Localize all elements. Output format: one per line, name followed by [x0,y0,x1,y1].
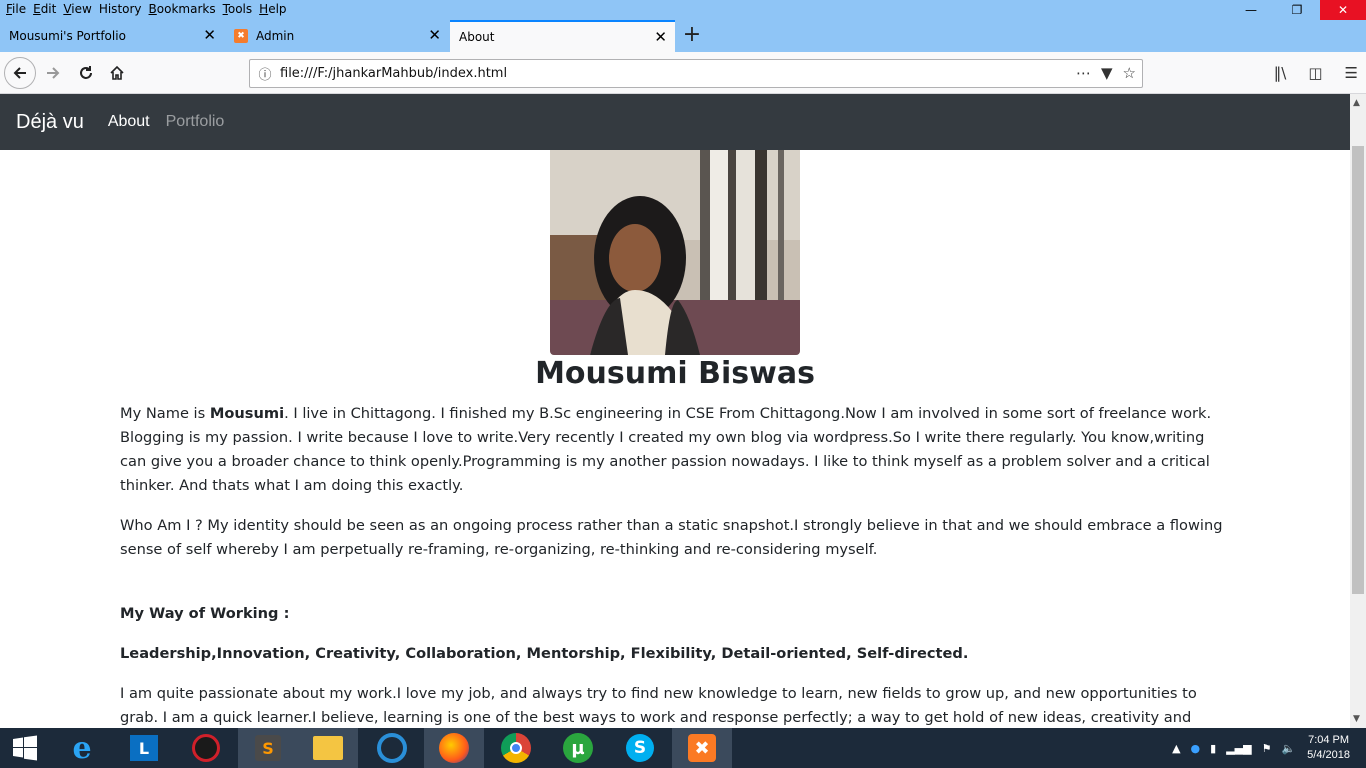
menu-view[interactable]: View [59,0,94,16]
start-button[interactable] [0,728,50,768]
hamburger-menu-icon[interactable]: ☰ [1345,64,1358,82]
windows-logo-icon [13,735,37,761]
library-icon[interactable]: ‖\ [1274,64,1287,82]
menu-bar: File Edit View History Bookmarks Tools H… [0,0,1366,20]
ccleaner-icon [377,733,407,763]
app-red-icon [192,734,220,762]
taskbar-chrome[interactable] [486,728,546,768]
skype-icon: S [626,734,654,762]
tab-title: Admin [256,29,295,43]
page-actions-icon[interactable]: ⋯ [1076,64,1091,82]
taskbar-lync[interactable]: L [114,728,174,768]
back-arrow-icon [13,67,26,79]
tab-strip: Mousumi's Portfolio ✕ ✖ Admin ✕ About ✕ … [0,20,1366,52]
sublime-text-icon: S [255,735,281,761]
lync-icon: L [130,735,158,761]
url-bar[interactable]: ⓘ file:///F:/jhankarMahbub/index.html ⋯ … [249,59,1143,88]
window-controls: — ❐ ✕ [1228,0,1366,20]
close-tab-icon[interactable]: ✕ [654,30,667,45]
scroll-down-icon[interactable]: ▼ [1353,714,1360,724]
intro-paragraph: My Name is Mousumi. I live in Chittagong… [120,405,1212,494]
internet-explorer-icon: e [72,730,92,766]
sidebar-icon[interactable]: ◫ [1308,64,1322,82]
who-am-i-paragraph: Who Am I ? My identity should be seen as… [120,517,1223,558]
network-icon[interactable]: ▂▄▆ [1226,742,1251,755]
menu-file[interactable]: File [2,0,29,16]
url-actions: ⋯ ▼ ☆ [1076,64,1136,82]
pocket-icon[interactable]: ▼ [1101,64,1113,82]
nav-about[interactable]: About [108,113,150,131]
tab-admin[interactable]: ✖ Admin ✕ [225,20,449,52]
taskbar-xampp[interactable]: ✖ [672,728,732,768]
scroll-up-icon[interactable]: ▲ [1353,98,1360,108]
tray-app-icon[interactable]: ● [1191,742,1201,755]
about-content: My Name is Mousumi. I live in Chittagong… [120,402,1230,728]
windows-taskbar: e L S µ S ✖ ▲ ● ▮ ▂▄▆ ⚑ 🔈 7:04 PM 5/4/20… [0,728,1366,768]
profile-name: Mousumi Biswas [535,356,815,391]
tab-title: Mousumi's Portfolio [9,29,126,43]
taskbar-app-red[interactable] [176,728,236,768]
folder-icon [313,736,343,760]
reload-icon [80,66,92,79]
xampp-icon: ✖ [234,29,248,43]
menu-bookmarks[interactable]: Bookmarks [145,0,219,16]
menu-items: File Edit View History Bookmarks Tools H… [0,0,1366,16]
clock-date: 5/4/2018 [1307,749,1350,761]
intro-name-bold: Mousumi [209,405,285,422]
taskbar-internet-explorer[interactable]: e [52,728,112,768]
close-tab-icon[interactable]: ✕ [428,28,441,43]
home-button[interactable] [101,57,133,89]
new-tab-button[interactable]: + [680,24,704,48]
system-tray: ▲ ● ▮ ▂▄▆ ⚑ 🔈 7:04 PM 5/4/2018 [1172,728,1366,768]
profile-photo [550,150,800,355]
taskbar-sublime[interactable]: S [238,728,298,768]
taskbar-skype[interactable]: S [610,728,670,768]
taskbar-firefox[interactable] [424,728,484,768]
menu-help[interactable]: Help [255,0,289,16]
forward-button[interactable] [37,57,69,89]
back-button[interactable] [4,57,36,89]
site-navbar: Déjà vu About Portfolio [0,94,1350,150]
taskbar-ccleaner[interactable] [362,728,422,768]
home-icon [110,65,124,80]
maximize-button[interactable]: ❐ [1274,0,1320,20]
way-of-working-list: Leadership,Innovation, Creativity, Colla… [120,645,969,662]
chrome-icon [501,733,531,763]
way-of-working-heading: My Way of Working : [120,605,290,622]
firefox-icon [439,733,469,763]
info-icon[interactable]: ⓘ [250,64,280,83]
scroll-thumb[interactable] [1352,146,1364,594]
bookmark-star-icon[interactable]: ☆ [1123,64,1136,82]
tab-portfolio[interactable]: Mousumi's Portfolio ✕ [0,20,224,52]
close-tab-icon[interactable]: ✕ [203,28,216,43]
tray-expand-icon[interactable]: ▲ [1172,742,1180,755]
menu-edit[interactable]: Edit [29,0,59,16]
page-scrollbar[interactable]: ▲ ▼ [1350,94,1366,728]
passion-paragraph: I am quite passionate about my work.I lo… [120,685,1197,726]
minimize-button[interactable]: — [1228,0,1274,20]
forward-arrow-icon [47,67,60,79]
clock[interactable]: 7:04 PM 5/4/2018 [1307,733,1350,763]
taskbar-utorrent[interactable]: µ [548,728,608,768]
nav-portfolio[interactable]: Portfolio [166,113,225,131]
close-window-button[interactable]: ✕ [1320,0,1366,20]
reload-button[interactable] [70,57,102,89]
utorrent-icon: µ [563,733,593,763]
browser-toolbar: ⓘ file:///F:/jhankarMahbub/index.html ⋯ … [0,52,1366,94]
clock-time: 7:04 PM [1308,734,1350,746]
menu-tools[interactable]: Tools [219,0,256,16]
taskbar-file-explorer[interactable] [298,728,358,768]
site-brand[interactable]: Déjà vu [16,111,84,134]
tab-title: About [459,30,495,44]
battery-icon[interactable]: ▮ [1210,742,1216,755]
xampp-icon: ✖ [688,734,716,762]
toolbar-right: ‖\ ◫ ☰ [1274,64,1358,82]
action-center-flag-icon[interactable]: ⚑ [1262,742,1272,755]
url-text: file:///F:/jhankarMahbub/index.html [280,66,508,81]
volume-icon[interactable]: 🔈 [1281,742,1295,755]
web-page: Déjà vu About Portfolio Mousumi Biswas M… [0,94,1350,728]
tab-about[interactable]: About ✕ [450,20,675,52]
menu-history[interactable]: History [95,0,145,16]
